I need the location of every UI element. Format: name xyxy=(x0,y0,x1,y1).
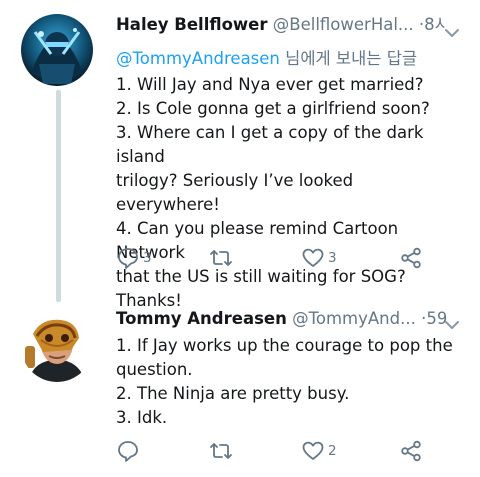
tweet-line: 2. The Ninja are pretty busy. xyxy=(116,384,350,403)
author-name[interactable]: Haley Bellflower xyxy=(116,15,268,34)
avatar[interactable] xyxy=(21,14,93,86)
reply-button[interactable] xyxy=(116,436,143,466)
heart-icon xyxy=(301,246,325,270)
share-button[interactable] xyxy=(399,243,423,273)
retweet-icon xyxy=(208,246,234,270)
thread-line xyxy=(56,90,61,302)
replying-to: @TommyAndreasen 님에게 보내는 답글 xyxy=(116,48,417,70)
reply-icon xyxy=(116,246,140,270)
avatar[interactable] xyxy=(21,310,93,382)
like-count: 3 xyxy=(328,250,337,266)
tweet-header: Tommy Andreasen @TommyAnd... ·59분 xyxy=(116,308,446,330)
share-button[interactable] xyxy=(399,436,423,466)
tweet-line: 1. Will Jay and Nya ever get married? xyxy=(116,75,424,94)
heart-icon xyxy=(301,439,325,463)
tweet-actions: 3 3 xyxy=(116,243,436,273)
tweet-actions: 2 xyxy=(116,436,436,466)
tweet-line: 1. If Jay works up the courage to pop th… xyxy=(116,336,453,355)
reply-count: 3 xyxy=(143,250,152,266)
author-name[interactable]: Tommy Andreasen xyxy=(116,309,287,328)
tweet-header: Haley Bellflower @BellflowerHal... ·8시간 xyxy=(116,14,446,36)
share-icon xyxy=(399,439,423,463)
like-button[interactable]: 3 xyxy=(301,243,337,273)
share-icon xyxy=(399,246,423,270)
like-button[interactable]: 2 xyxy=(301,436,337,466)
reply-button[interactable]: 3 xyxy=(116,243,152,273)
reply-mention-link[interactable]: @TommyAndreasen xyxy=(116,49,280,68)
tweet-text: 1. If Jay works up the courage to pop th… xyxy=(116,334,461,430)
chevron-down-icon[interactable] xyxy=(441,22,463,44)
tweet-line: trilogy? Seriously I’ve looked everywher… xyxy=(116,171,354,214)
reply-icon xyxy=(116,439,140,463)
tweet-line: 3. Where can I get a copy of the dark is… xyxy=(116,123,424,166)
reply-suffix: 님에게 보내는 답글 xyxy=(285,49,418,68)
author-handle[interactable]: @BellflowerHal... xyxy=(273,15,414,34)
chevron-down-icon[interactable] xyxy=(441,314,463,336)
like-count: 2 xyxy=(328,443,337,459)
tweet-line: question. xyxy=(116,360,193,379)
retweet-icon xyxy=(208,439,234,463)
author-handle[interactable]: @TommyAnd... xyxy=(292,309,416,328)
tweet-haley[interactable]: Haley Bellflower @BellflowerHal... ·8시간 … xyxy=(0,0,480,310)
tweet-line: 2. Is Cole gonna get a girlfriend soon? xyxy=(116,99,430,118)
tweet-text: 1. Will Jay and Nya ever get married? 2.… xyxy=(116,73,461,313)
tweet-tommy[interactable]: Tommy Andreasen @TommyAnd... ·59분 1. If … xyxy=(0,290,480,477)
retweet-button[interactable] xyxy=(208,436,237,466)
tweet-line: 3. Idk. xyxy=(116,408,168,427)
retweet-button[interactable] xyxy=(208,243,237,273)
